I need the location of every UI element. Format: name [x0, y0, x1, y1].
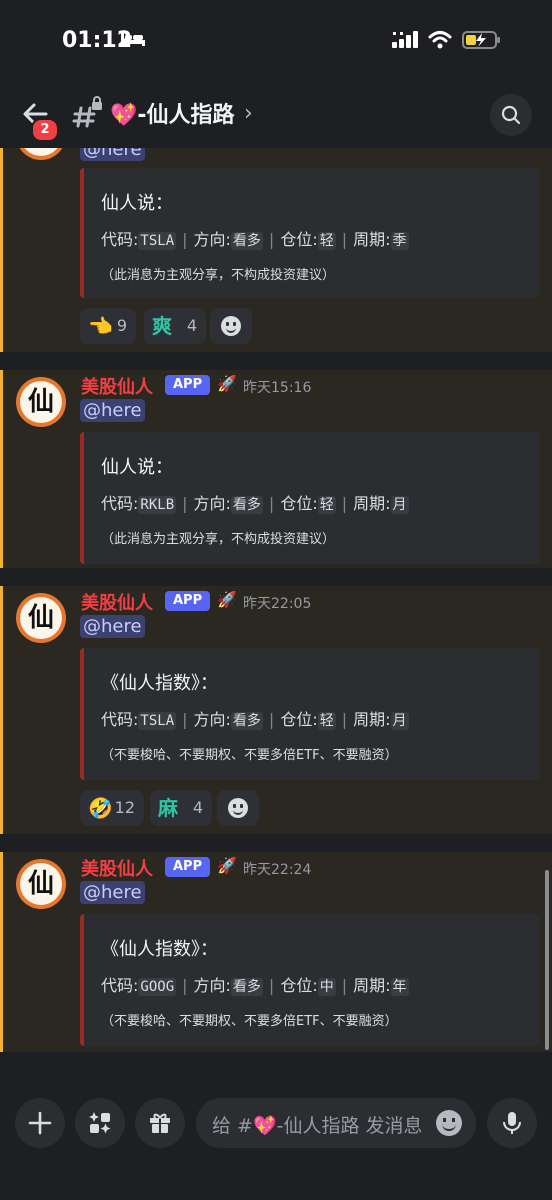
plus-icon	[28, 1111, 52, 1135]
channel-emoji: 💖	[110, 103, 138, 128]
mention-highlight-bar	[0, 586, 3, 834]
cellular-signal-icon	[392, 31, 418, 48]
mention-highlight-bar	[0, 852, 3, 1052]
mention-highlight-bar	[0, 148, 3, 352]
add-reaction-button[interactable]	[217, 790, 259, 826]
channel-title[interactable]: 💖-仙人指路	[110, 97, 235, 129]
message-composer: 给 #💖-仙人指路 发消息	[0, 1088, 552, 1200]
search-icon	[501, 105, 521, 125]
apps-button[interactable]	[75, 1098, 125, 1148]
channel-header: 2 💖-仙人指路 ›	[0, 80, 552, 148]
reaction-pointing[interactable]: 👈 9	[80, 308, 136, 344]
embed-disclaimer: （此消息为主观分享，不构成投资建议）	[101, 268, 336, 283]
unread-badge: 2	[31, 118, 59, 142]
embed-fields: 代码: TSLA | 方向: 看多 | 仓位: 轻 | 周期: 月	[101, 710, 409, 730]
embed-disclaimer: （不要梭哈、不要期权、不要多倍ETF、不要融资）	[101, 748, 398, 763]
message: 仙 美股仙人 APP 🚀 昨天15:16 @here 仙人说： 代码: RKLB |…	[0, 370, 552, 568]
embed-fields: 代码: GOOG | 方向: 看多 | 仓位: 中 | 周期: 年	[101, 976, 409, 996]
add-reaction-icon	[221, 316, 241, 336]
gift-icon	[150, 1113, 170, 1133]
author-name[interactable]: 美股仙人	[81, 589, 153, 615]
embed-disclaimer: （不要梭哈、不要期权、不要多倍ETF、不要融资）	[101, 1014, 398, 1029]
app-tag: APP	[165, 375, 211, 395]
channel-name: -仙人指路	[137, 103, 235, 128]
embed-title: 《仙人指数》：	[101, 939, 218, 960]
voice-message-button[interactable]	[487, 1098, 537, 1148]
mention-here[interactable]: @here	[80, 399, 145, 422]
author-name[interactable]: 美股仙人	[81, 855, 153, 881]
apps-icon	[89, 1112, 111, 1134]
reaction-ma[interactable]: 麻4	[150, 790, 212, 826]
message: 仙 美股仙人 APP 🚀 昨天22:05 @here 《仙人指数》： 代码: TS…	[0, 586, 552, 834]
message: 仙 @here 仙人说： 代码:TSLA|方向:看多|仓位:轻|周期:季 （此消…	[0, 148, 552, 352]
battery-charging-icon	[462, 31, 500, 49]
gift-button[interactable]	[135, 1098, 185, 1148]
embed-fields: 代码: RKLB | 方向: 看多 | 仓位: 轻 | 周期: 月	[101, 494, 409, 514]
avatar[interactable]: 仙	[16, 377, 66, 427]
scrollbar[interactable]	[545, 870, 549, 1050]
chevron-right-icon[interactable]: ›	[244, 101, 253, 126]
timestamp: 昨天22:05	[243, 596, 312, 612]
add-reaction-button[interactable]	[210, 308, 252, 344]
mention-here[interactable]: @here	[80, 148, 145, 161]
timestamp: 昨天15:16	[243, 380, 312, 396]
ticker-code: TSLA	[138, 232, 177, 250]
emoji-icon[interactable]	[436, 1110, 462, 1136]
ticker-code: TSLA	[138, 712, 177, 730]
text-channel-lock-icon	[72, 96, 102, 128]
app-tag: APP	[165, 591, 211, 611]
embed-fields: 代码: TSLA | 方向: 看多 | 仓位: 轻 | 周期: 季	[101, 230, 409, 250]
timestamp: 昨天22:24	[243, 862, 312, 878]
avatar[interactable]: 仙	[16, 593, 66, 643]
rocket-icon: 🚀	[217, 856, 237, 875]
mention-highlight-bar	[0, 370, 3, 568]
ticker-code: GOOG	[138, 978, 177, 996]
reaction-rofl[interactable]: 🤣 12	[80, 790, 144, 826]
rocket-icon: 🚀	[217, 374, 237, 393]
message-feed[interactable]: 仙 @here 仙人说： 代码:TSLA|方向:看多|仓位:轻|周期:季 （此消…	[0, 148, 552, 1088]
sleep-focus-icon	[121, 33, 145, 46]
embed: 仙人说： 代码: TSLA | 方向: 看多 | 仓位: 轻 | 周期: 季 （此消息为主观分享，不…	[80, 168, 540, 298]
wifi-icon	[428, 31, 452, 49]
embed: 仙人说： 代码: RKLB | 方向: 看多 | 仓位: 轻 | 周期: 月 （此消息为主观分享，不…	[80, 432, 540, 564]
search-button[interactable]	[490, 94, 532, 136]
app-tag: APP	[165, 857, 211, 877]
message-input-placeholder: 给 #💖-仙人指路 发消息	[212, 1115, 423, 1137]
microphone-icon	[503, 1112, 521, 1134]
add-attachment-button[interactable]	[15, 1098, 65, 1148]
embed-title: 仙人说：	[101, 457, 173, 478]
add-reaction-icon	[228, 798, 248, 818]
mention-here[interactable]: @here	[80, 881, 145, 904]
avatar[interactable]: 仙	[16, 148, 66, 160]
status-bar: 01:12	[0, 0, 552, 80]
avatar[interactable]: 仙	[16, 859, 66, 909]
embed: 《仙人指数》： 代码: TSLA | 方向: 看多 | 仓位: 轻 | 周期: 月 （不要梭哈、不要…	[80, 648, 540, 780]
message: 仙 美股仙人 APP 🚀 昨天22:24 @here 《仙人指数》： 代码: GO…	[0, 852, 552, 1052]
mention-here[interactable]: @here	[80, 615, 145, 638]
ticker-code: RKLB	[138, 496, 177, 514]
embed-disclaimer: （此消息为主观分享，不构成投资建议）	[101, 532, 336, 547]
author-name[interactable]: 美股仙人	[81, 373, 153, 399]
reaction-shuang[interactable]: 爽4	[144, 308, 206, 344]
rocket-icon: 🚀	[217, 590, 237, 609]
embed-title: 《仙人指数》：	[101, 673, 218, 694]
message-input[interactable]: 给 #💖-仙人指路 发消息	[196, 1098, 476, 1148]
embed-title: 仙人说：	[101, 193, 173, 214]
embed: 《仙人指数》： 代码: GOOG | 方向: 看多 | 仓位: 中 | 周期: 年 （不要梭哈、不要…	[80, 914, 540, 1046]
